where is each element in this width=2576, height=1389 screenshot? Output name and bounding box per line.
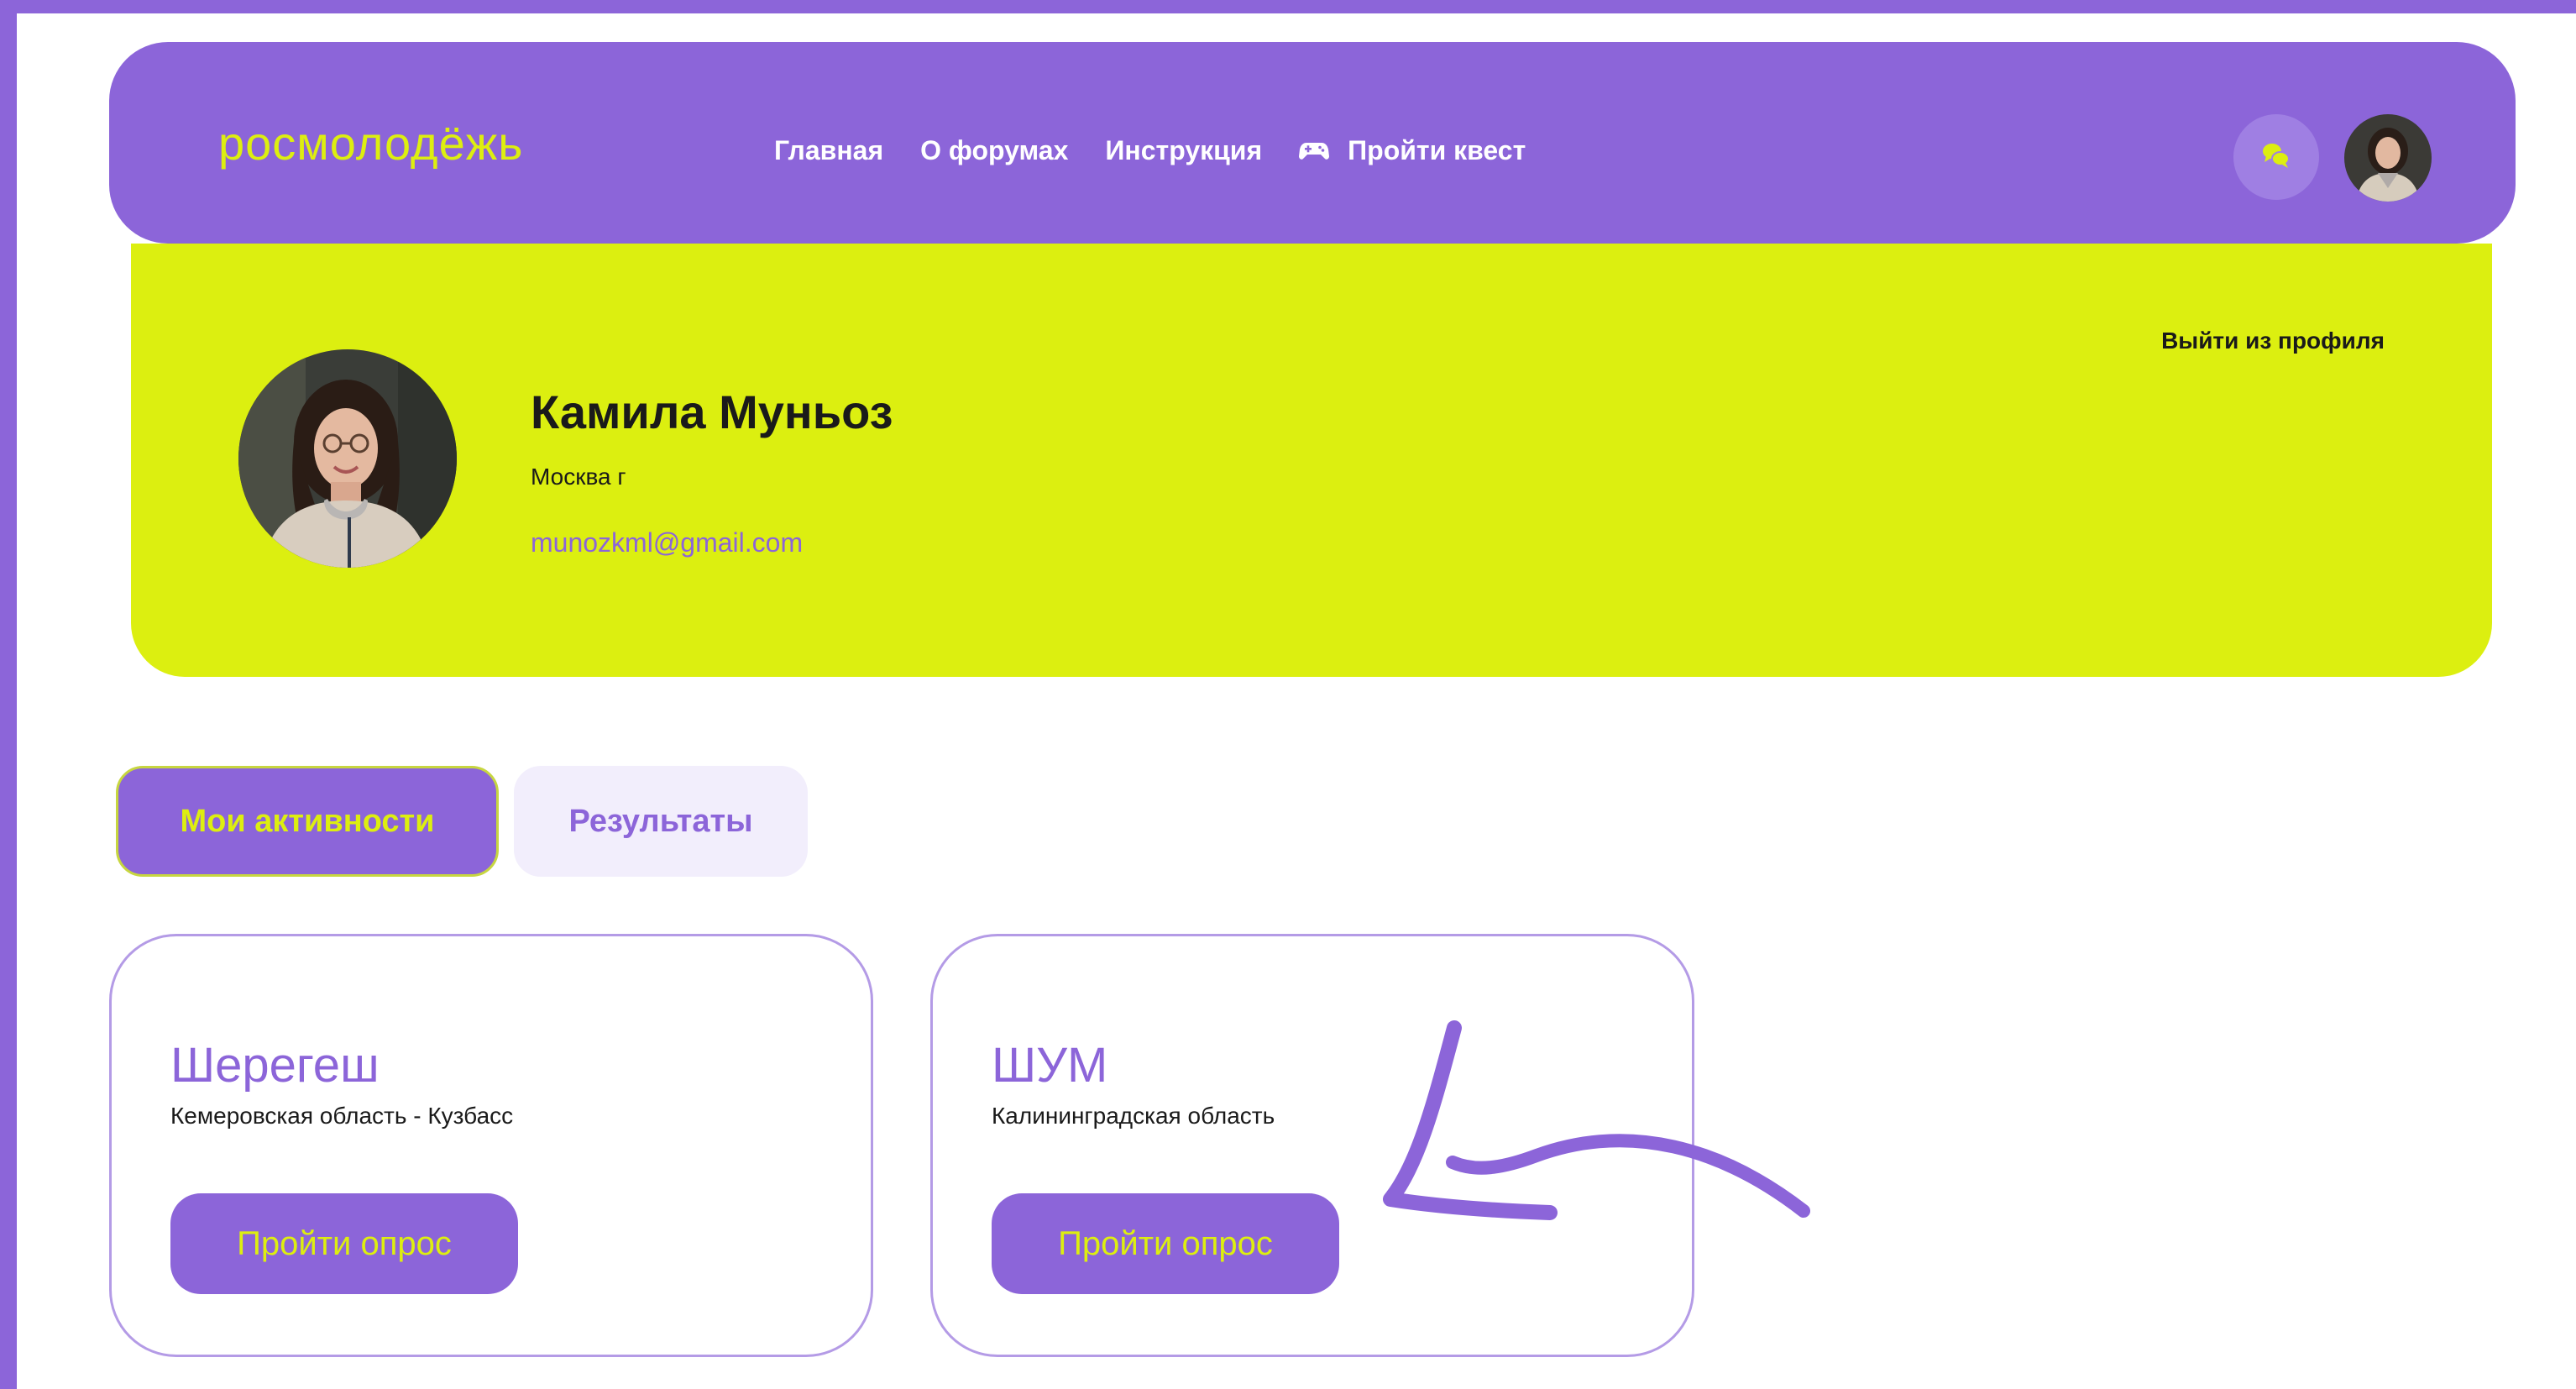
activity-card: ШУМ Калининградская область Пройти опрос: [930, 934, 1694, 1357]
main-nav: Главная О форумах Инструкция Пройти квес…: [774, 135, 1526, 166]
take-survey-button[interactable]: Пройти опрос: [170, 1193, 518, 1294]
activity-card: Шерегеш Кемеровская область - Кузбасс Пр…: [109, 934, 873, 1357]
profile-email[interactable]: munozkml@gmail.com: [531, 527, 803, 558]
profile-name: Камила Муньоз: [531, 385, 893, 438]
tab-results[interactable]: Результаты: [514, 766, 808, 877]
take-survey-button[interactable]: Пройти опрос: [992, 1193, 1339, 1294]
logo[interactable]: росмолодёжь: [218, 116, 523, 170]
logout-link[interactable]: Выйти из профиля: [2161, 328, 2385, 354]
nav-link-quest[interactable]: Пройти квест: [1299, 135, 1526, 166]
tab-my-activities[interactable]: Мои активности: [116, 766, 499, 877]
nav-link-quest-label: Пройти квест: [1348, 135, 1526, 165]
activity-region: Кемеровская область - Кузбасс: [170, 1103, 514, 1129]
page: росмолодёжь Главная О форумах Инструкция…: [17, 13, 2576, 1389]
profile-card: Камила Муньоз Москва г munozkml@gmail.co…: [131, 244, 2492, 677]
gamepad-icon: [1299, 141, 1330, 161]
nav-link-instructions[interactable]: Инструкция: [1105, 135, 1262, 166]
activity-region: Калининградская область: [992, 1103, 1275, 1129]
chat-button[interactable]: [2233, 114, 2319, 200]
nav-link-about-forums[interactable]: О форумах: [920, 135, 1068, 166]
top-header: росмолодёжь Главная О форумах Инструкция…: [109, 42, 2516, 244]
nav-link-home[interactable]: Главная: [774, 135, 883, 166]
activity-title: ШУМ: [992, 1038, 1108, 1093]
user-avatar[interactable]: [2344, 114, 2432, 202]
profile-avatar: [238, 349, 457, 568]
profile-city: Москва г: [531, 464, 626, 490]
activity-title: Шерегеш: [170, 1038, 380, 1093]
chat-icon: [2259, 139, 2293, 176]
